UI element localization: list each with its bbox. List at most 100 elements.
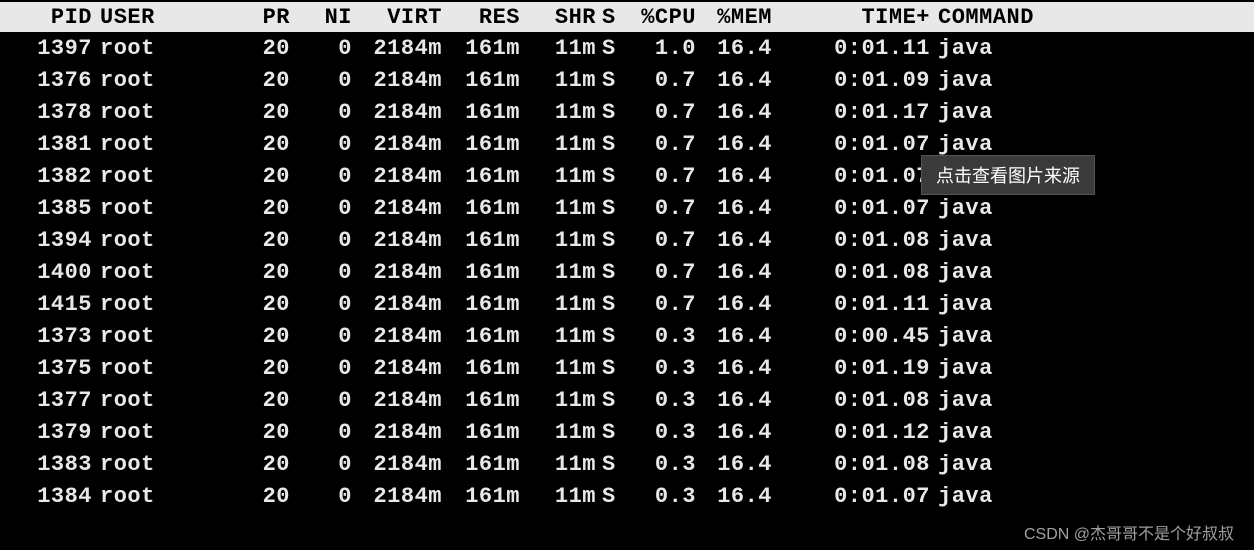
cell-shr: 11m	[520, 228, 596, 253]
cell-shr: 11m	[520, 68, 596, 93]
cell-user: root	[92, 260, 172, 285]
cell-virt: 2184m	[352, 100, 442, 125]
cell-user: root	[92, 420, 172, 445]
cell-s: S	[596, 484, 624, 509]
cell-shr: 11m	[520, 132, 596, 157]
cell-cpu: 0.3	[624, 420, 696, 445]
cell-virt: 2184m	[352, 420, 442, 445]
cell-user: root	[92, 36, 172, 61]
cell-pid: 1415	[0, 292, 92, 317]
table-row: 1384root2002184m161m11mS0.316.40:01.07ja…	[0, 480, 1254, 512]
cell-cpu: 0.7	[624, 132, 696, 157]
cell-pr: 20	[172, 100, 290, 125]
cell-virt: 2184m	[352, 388, 442, 413]
col-header-mem: %MEM	[696, 5, 772, 30]
top-output: PID USER PR NI VIRT RES SHR S %CPU %MEM …	[0, 0, 1254, 512]
cell-mem: 16.4	[696, 356, 772, 381]
col-header-time: TIME+	[772, 5, 930, 30]
table-row: 1379root2002184m161m11mS0.316.40:01.12ja…	[0, 416, 1254, 448]
cell-res: 161m	[442, 68, 520, 93]
cell-res: 161m	[442, 164, 520, 189]
cell-mem: 16.4	[696, 68, 772, 93]
cell-cpu: 0.3	[624, 484, 696, 509]
cell-pr: 20	[172, 36, 290, 61]
cell-mem: 16.4	[696, 260, 772, 285]
cell-ni: 0	[290, 132, 352, 157]
cell-pid: 1375	[0, 356, 92, 381]
cell-time: 0:00.45	[772, 324, 930, 349]
table-row: 1373root2002184m161m11mS0.316.40:00.45ja…	[0, 320, 1254, 352]
cell-mem: 16.4	[696, 36, 772, 61]
cell-cmd: java	[930, 324, 1050, 349]
cell-res: 161m	[442, 484, 520, 509]
cell-time: 0:01.07	[772, 196, 930, 221]
cell-res: 161m	[442, 324, 520, 349]
cell-time: 0:01.19	[772, 356, 930, 381]
cell-user: root	[92, 388, 172, 413]
cell-s: S	[596, 132, 624, 157]
cell-cmd: java	[930, 100, 1050, 125]
col-header-virt: VIRT	[352, 5, 442, 30]
cell-mem: 16.4	[696, 420, 772, 445]
cell-ni: 0	[290, 292, 352, 317]
cell-pr: 20	[172, 228, 290, 253]
cell-pid: 1400	[0, 260, 92, 285]
cell-user: root	[92, 68, 172, 93]
cell-pr: 20	[172, 260, 290, 285]
cell-cmd: java	[930, 484, 1050, 509]
cell-shr: 11m	[520, 36, 596, 61]
cell-cpu: 0.3	[624, 324, 696, 349]
cell-res: 161m	[442, 100, 520, 125]
cell-virt: 2184m	[352, 484, 442, 509]
cell-shr: 11m	[520, 196, 596, 221]
cell-s: S	[596, 164, 624, 189]
cell-ni: 0	[290, 452, 352, 477]
cell-time: 0:01.07	[772, 164, 930, 189]
cell-pid: 1378	[0, 100, 92, 125]
cell-ni: 0	[290, 196, 352, 221]
table-row: 1385root2002184m161m11mS0.716.40:01.07ja…	[0, 192, 1254, 224]
cell-pid: 1385	[0, 196, 92, 221]
cell-time: 0:01.08	[772, 452, 930, 477]
cell-cmd: java	[930, 356, 1050, 381]
cell-time: 0:01.11	[772, 36, 930, 61]
cell-time: 0:01.17	[772, 100, 930, 125]
cell-cmd: java	[930, 36, 1050, 61]
cell-cmd: java	[930, 132, 1050, 157]
cell-ni: 0	[290, 324, 352, 349]
cell-virt: 2184m	[352, 452, 442, 477]
cell-pr: 20	[172, 356, 290, 381]
cell-shr: 11m	[520, 324, 596, 349]
cell-cmd: java	[930, 452, 1050, 477]
cell-pr: 20	[172, 324, 290, 349]
cell-shr: 11m	[520, 452, 596, 477]
cell-s: S	[596, 228, 624, 253]
cell-ni: 0	[290, 484, 352, 509]
table-row: 1394root2002184m161m11mS0.716.40:01.08ja…	[0, 224, 1254, 256]
cell-res: 161m	[442, 132, 520, 157]
cell-s: S	[596, 420, 624, 445]
cell-s: S	[596, 36, 624, 61]
cell-ni: 0	[290, 228, 352, 253]
cell-user: root	[92, 132, 172, 157]
cell-mem: 16.4	[696, 388, 772, 413]
cell-cmd: java	[930, 292, 1050, 317]
cell-cpu: 0.7	[624, 260, 696, 285]
cell-mem: 16.4	[696, 132, 772, 157]
table-row: 1415root2002184m161m11mS0.716.40:01.11ja…	[0, 288, 1254, 320]
cell-pid: 1377	[0, 388, 92, 413]
image-source-tooltip[interactable]: 点击查看图片来源	[921, 155, 1095, 195]
cell-cpu: 0.7	[624, 100, 696, 125]
col-header-s: S	[596, 5, 624, 30]
cell-user: root	[92, 452, 172, 477]
cell-s: S	[596, 452, 624, 477]
cell-s: S	[596, 324, 624, 349]
cell-shr: 11m	[520, 292, 596, 317]
cell-pr: 20	[172, 132, 290, 157]
cell-pid: 1381	[0, 132, 92, 157]
col-header-pid: PID	[0, 5, 92, 30]
cell-res: 161m	[442, 292, 520, 317]
cell-ni: 0	[290, 260, 352, 285]
cell-cpu: 1.0	[624, 36, 696, 61]
cell-cpu: 0.7	[624, 164, 696, 189]
